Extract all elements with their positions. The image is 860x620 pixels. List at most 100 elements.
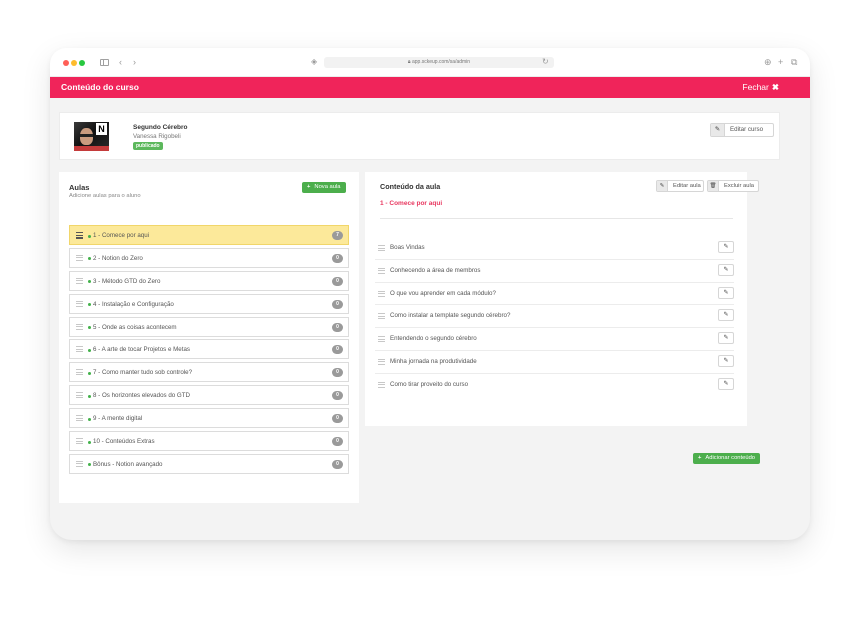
edit-content-button[interactable]: ✎ (718, 309, 734, 322)
lessons-title: Aulas (69, 183, 90, 192)
edit-lesson-button[interactable]: ✎ Editar aula (656, 180, 704, 192)
lesson-item[interactable]: 10 - Conteúdos Extras 0 (69, 431, 349, 452)
content-name: Conhecendo a área de membros (390, 266, 481, 274)
content-title: Conteúdo da aula (380, 182, 441, 191)
reload-icon[interactable]: ↻ (542, 56, 549, 68)
published-dot-icon (88, 280, 91, 284)
add-content-button[interactable]: + Adicionar conteúdo (693, 453, 761, 464)
content-item[interactable]: Conhecendo a área de membros ✎ (375, 260, 734, 283)
lesson-count-badge: 0 (332, 414, 343, 424)
minimize-window-dot[interactable] (71, 60, 77, 66)
browser-toolbar: ‹ › ◈ 🔒︎ app.sckeup.com/sa/admin ↻ ⊕ + ⧉ (50, 48, 810, 77)
drag-handle-icon[interactable] (378, 313, 385, 320)
lesson-count-badge: 0 (332, 322, 343, 332)
download-icon[interactable]: ⊕ (764, 56, 772, 68)
new-lesson-button[interactable]: + Nova aula (302, 182, 346, 193)
add-content-label: Adicionar conteúdo (705, 455, 756, 461)
course-summary-card: N Segundo Cérebro Vanessa Rigobeli publi… (59, 112, 780, 160)
lesson-name: 8 - Os horizontes elevados do GTD (93, 392, 190, 400)
drag-handle-icon[interactable] (76, 232, 83, 239)
course-author: Vanessa Rigobeli (133, 133, 181, 140)
content-item[interactable]: Boas Vindas ✎ (375, 237, 734, 260)
drag-handle-icon[interactable] (76, 346, 83, 353)
drag-handle-icon[interactable] (378, 358, 385, 365)
lesson-item[interactable]: 1 - Comece por aqui 7 (69, 225, 349, 245)
drag-handle-icon[interactable] (378, 267, 385, 274)
content-item[interactable]: Minha jornada na produtividade ✎ (375, 351, 734, 374)
drag-handle-icon[interactable] (378, 245, 385, 251)
lesson-item[interactable]: 3 - Método GTD do Zero 0 (69, 270, 349, 291)
lesson-list: 1 - Comece por aqui 7 2 - Notion do Zero… (69, 225, 349, 477)
lesson-item[interactable]: 4 - Instalação e Configuração 0 (69, 293, 349, 314)
drag-handle-icon[interactable] (76, 460, 83, 467)
drag-handle-icon[interactable] (76, 369, 83, 376)
close-button[interactable]: Fechar ✖ (742, 82, 779, 93)
content-name: Como tirar proveito do curso (390, 380, 469, 388)
content-name: Minha jornada na produtividade (390, 357, 477, 365)
tabs-overview-icon[interactable]: ⧉ (791, 56, 797, 68)
lesson-item[interactable]: 8 - Os horizontes elevados do GTD 0 (69, 385, 349, 406)
back-icon[interactable]: ‹ (119, 56, 122, 68)
drag-handle-icon[interactable] (76, 300, 83, 307)
content-item[interactable]: Entendendo o segundo cérebro ✎ (375, 328, 734, 351)
close-window-dot[interactable] (63, 60, 69, 66)
new-tab-icon[interactable]: + (778, 56, 783, 68)
drag-handle-icon[interactable] (378, 290, 385, 297)
lesson-name: 4 - Instalação e Configuração (93, 300, 174, 308)
published-dot-icon (88, 394, 91, 398)
content-item[interactable]: Como instalar a template segundo cérebro… (375, 305, 734, 329)
sidebar-toggle-icon[interactable] (100, 59, 109, 66)
drag-handle-icon[interactable] (378, 336, 385, 343)
lesson-count-badge: 0 (332, 437, 343, 447)
lesson-count-badge: 0 (332, 299, 343, 309)
page-title: Conteúdo do curso (61, 82, 139, 92)
content-list: Boas Vindas ✎ Conhecendo a área de membr… (375, 237, 734, 397)
drag-handle-icon[interactable] (76, 438, 83, 445)
content-item[interactable]: O que vou aprender em cada módulo? ✎ (375, 283, 734, 306)
drag-handle-icon[interactable] (76, 323, 83, 330)
edit-content-button[interactable]: ✎ (718, 241, 734, 253)
published-dot-icon (88, 417, 91, 421)
lesson-count-badge: 0 (332, 253, 343, 263)
edit-icon: ✎ (657, 181, 668, 191)
lesson-name: 10 - Conteúdos Extras (93, 438, 155, 446)
lesson-item[interactable]: 9 - A mente digital 0 (69, 408, 349, 429)
edit-content-button[interactable]: ✎ (718, 286, 734, 299)
edit-content-button[interactable]: ✎ (718, 263, 734, 276)
lesson-count-badge: 7 (332, 231, 343, 240)
shield-icon[interactable]: ◈ (311, 56, 317, 68)
published-dot-icon (88, 326, 91, 330)
lesson-item[interactable]: 7 - Como manter tudo sob controle? 0 (69, 362, 349, 383)
lessons-panel: Aulas Adicione aulas para o aluno + Nova … (59, 172, 359, 503)
close-icon: ✖ (771, 82, 779, 92)
header-bar: Conteúdo do curso Fechar ✖ (50, 77, 810, 98)
course-thumbnail: N (74, 122, 109, 151)
forward-icon[interactable]: › (133, 56, 136, 68)
lesson-item[interactable]: Bônus - Notion avançado 0 (69, 453, 349, 474)
address-bar[interactable]: 🔒︎ app.sckeup.com/sa/admin (324, 57, 554, 68)
published-dot-icon (88, 303, 91, 307)
published-dot-icon (88, 371, 91, 375)
lesson-content-panel: Conteúdo da aula 1 - Comece por aqui ✎ Ed… (365, 172, 761, 464)
lesson-item[interactable]: 2 - Notion do Zero 0 (69, 247, 349, 268)
edit-content-button[interactable]: ✎ (718, 354, 734, 367)
lesson-name: 6 - A arte de tocar Projetos e Metas (93, 346, 190, 354)
lesson-item[interactable]: 5 - Onde as coisas acontecem 0 (69, 316, 349, 337)
drag-handle-icon[interactable] (378, 381, 385, 388)
edit-content-button[interactable]: ✎ (718, 332, 734, 345)
drag-handle-icon[interactable] (76, 277, 83, 284)
drag-handle-icon[interactable] (76, 254, 83, 261)
delete-lesson-button[interactable]: 🗑︎ Excluir aula (707, 180, 759, 192)
content-item[interactable]: Como tirar proveito do curso ✎ (375, 374, 734, 397)
drag-handle-icon[interactable] (76, 392, 83, 399)
lesson-count-badge: 0 (332, 276, 343, 286)
lesson-name: 1 - Comece por aqui (93, 232, 150, 239)
divider (380, 218, 733, 219)
drag-handle-icon[interactable] (76, 415, 83, 422)
edit-course-button[interactable]: ✎ Editar curso (710, 123, 774, 137)
lessons-subtitle: Adicione aulas para o aluno (69, 193, 141, 199)
course-name: Segundo Cérebro (133, 124, 188, 131)
lesson-item[interactable]: 6 - A arte de tocar Projetos e Metas 0 (69, 339, 349, 360)
edit-content-button[interactable]: ✎ (718, 377, 734, 390)
maximize-window-dot[interactable] (79, 60, 85, 66)
